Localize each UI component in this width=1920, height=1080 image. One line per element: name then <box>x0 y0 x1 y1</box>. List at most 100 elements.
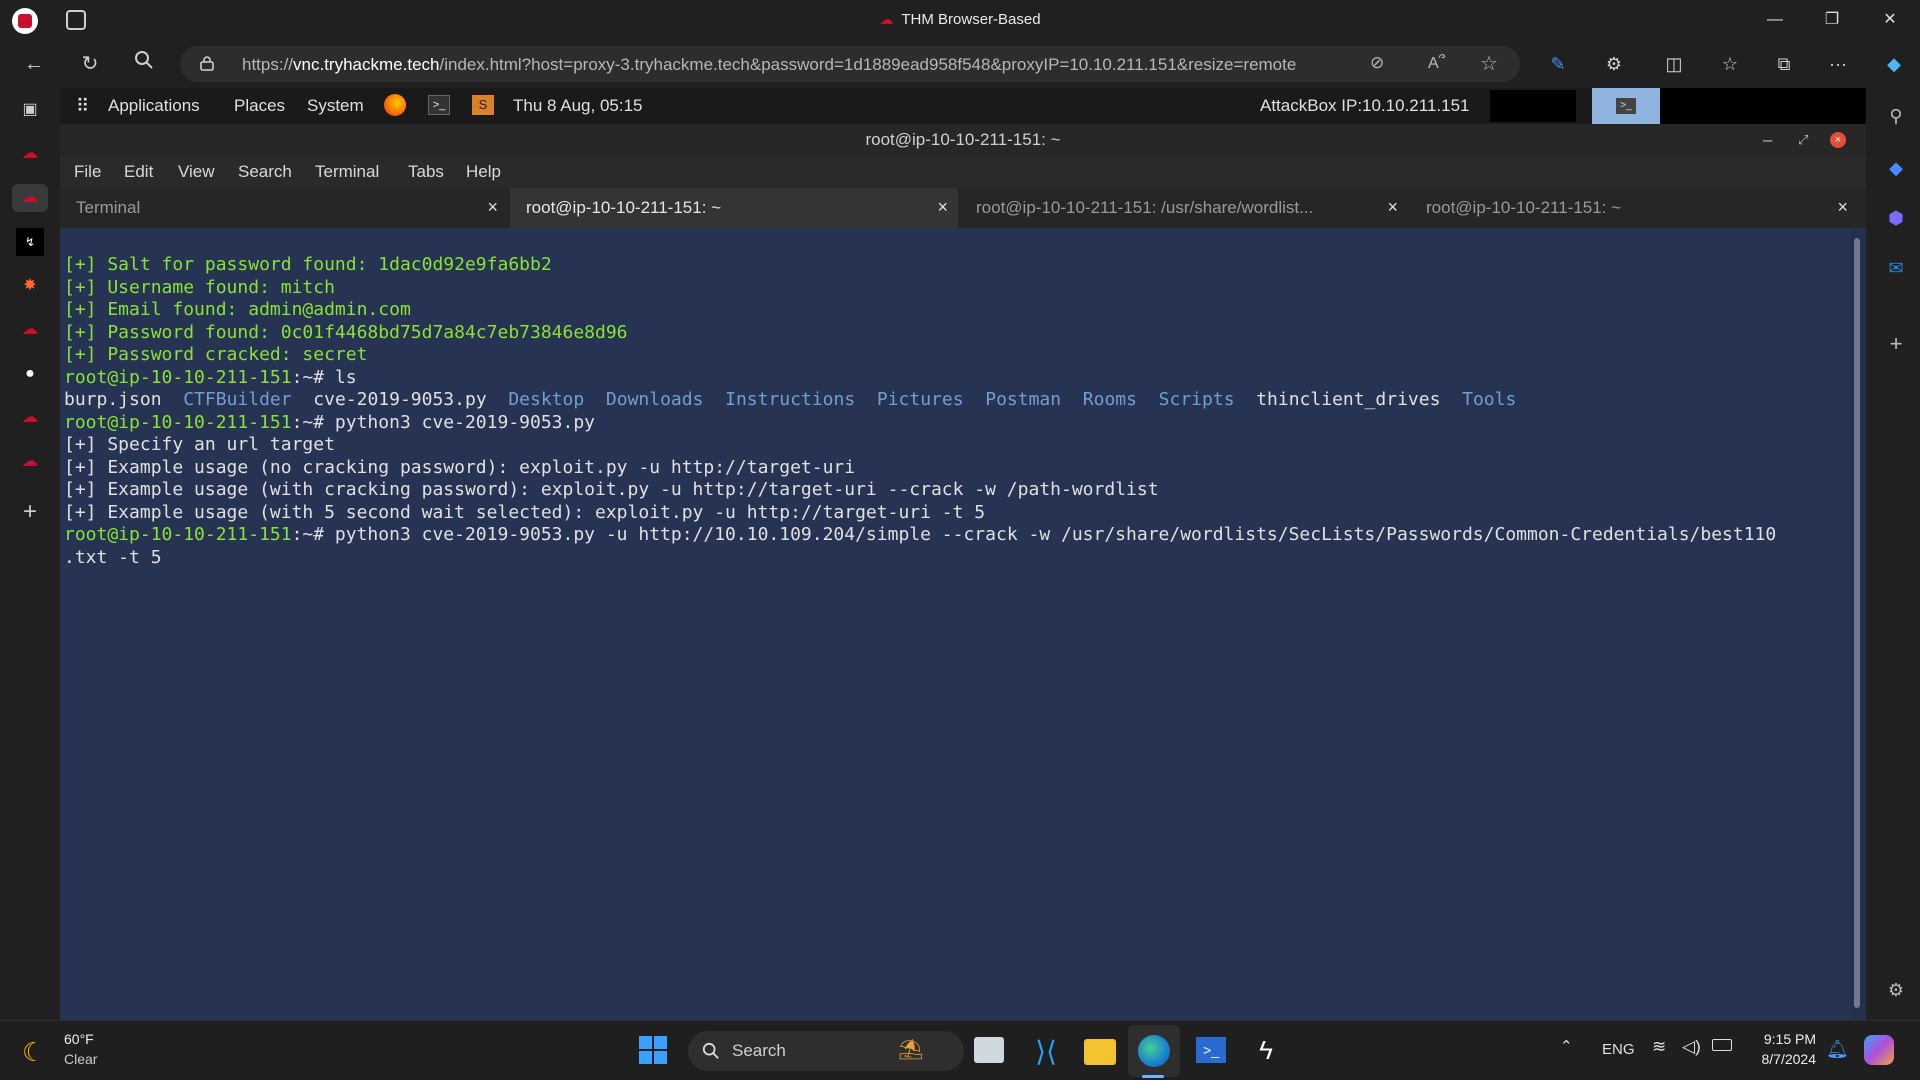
search-icon[interactable] <box>130 50 158 78</box>
vscode-icon[interactable]: ⟩⟨ <box>1030 1035 1062 1067</box>
volume-icon[interactable]: ◁) <box>1682 1037 1701 1057</box>
github-icon[interactable]: ● <box>16 360 44 388</box>
sidebar-search-icon[interactable]: ⚲ <box>1882 102 1910 130</box>
menu-view[interactable]: View <box>178 162 215 182</box>
close-window-button[interactable]: ✕ <box>1878 8 1902 32</box>
thm-tab-icon-4[interactable]: ☁ <box>16 448 44 476</box>
copilot-sidebar-icon[interactable]: ⬢ <box>1882 204 1910 232</box>
notification-bell-icon[interactable]: 🔔︎ <box>1826 1039 1849 1060</box>
extensions-icon[interactable]: ⚙ <box>1600 50 1628 78</box>
tab-close-icon[interactable]: × <box>487 197 498 218</box>
read-aloud-icon[interactable]: A՞ <box>1428 53 1445 73</box>
app-lightning-icon[interactable]: ϟ <box>1250 1035 1282 1067</box>
address-bar[interactable]: https://vnc.tryhackme.tech/index.html?ho… <box>180 46 1520 82</box>
datetime[interactable]: Thu 8 Aug, 05:15 <box>513 96 643 116</box>
menu-search[interactable]: Search <box>238 162 292 182</box>
terminal-tab-1[interactable]: Terminal × <box>60 188 508 228</box>
terminal-output[interactable]: [+] Salt for password found: 1dac0d92e9f… <box>60 228 1850 1020</box>
weather-temp[interactable]: 60°F <box>64 1031 94 1047</box>
favorites-icon[interactable]: ☆ <box>1716 50 1744 78</box>
tab-close-icon[interactable]: × <box>1837 197 1848 218</box>
clock-time[interactable]: 9:15 PM <box>1756 1031 1816 1047</box>
lock-icon[interactable] <box>200 55 214 71</box>
add-sidebar-app-icon[interactable]: + <box>1882 330 1910 358</box>
tab-panel-icon[interactable]: ▣ <box>16 96 44 124</box>
url-text[interactable]: https://vnc.tryhackme.tech/index.html?ho… <box>242 55 1296 75</box>
new-tab-plus-icon[interactable]: + <box>16 498 44 526</box>
thm-tab-icon-2[interactable]: ☁ <box>16 316 44 344</box>
copilot-icon[interactable]: ◆ <box>1880 50 1908 78</box>
remote-desktop-view[interactable]: ⠿ Applications Places System >_ S Thu 8 … <box>60 88 1866 1020</box>
search-label: Search <box>732 1041 786 1060</box>
terminal-launcher-icon[interactable]: >_ <box>428 95 450 115</box>
active-app-underline <box>1142 1075 1164 1078</box>
powershell-icon[interactable]: >_ <box>1196 1037 1226 1063</box>
menu-edit[interactable]: Edit <box>124 162 153 182</box>
burp-tab-icon[interactable]: ✸ <box>16 272 44 300</box>
collections-icon[interactable]: ⧉ <box>1770 50 1798 78</box>
tracking-prevention-icon[interactable]: ⊘ <box>1370 53 1384 73</box>
places-menu[interactable]: Places <box>234 96 285 116</box>
firefox-icon[interactable] <box>384 94 406 116</box>
terminal-window-button[interactable]: >_ <box>1592 88 1660 124</box>
tab-label: root@ip-10-10-211-151: ~ <box>526 198 722 217</box>
menu-terminal[interactable]: Terminal <box>315 162 379 182</box>
minimize-button[interactable]: — <box>1763 8 1787 32</box>
back-button[interactable]: ← <box>20 50 48 78</box>
outlook-icon[interactable]: ✉ <box>1882 254 1910 282</box>
refresh-button[interactable]: ↻ <box>76 50 104 78</box>
show-hidden-icons-chevron-icon[interactable]: ⌃ <box>1560 1037 1573 1055</box>
tab-close-icon[interactable]: × <box>937 197 948 218</box>
language-indicator[interactable]: ENG <box>1602 1041 1635 1058</box>
battery-icon[interactable] <box>1712 1039 1732 1051</box>
menu-help[interactable]: Help <box>466 162 501 182</box>
applications-menu[interactable]: Applications <box>108 96 200 116</box>
terminal-line: [+] Specify an url target <box>64 434 1850 457</box>
clock-date[interactable]: 8/7/2024 <box>1748 1051 1817 1067</box>
sublime-icon[interactable]: S <box>472 95 494 115</box>
weather-desc[interactable]: Clear <box>64 1051 97 1067</box>
tab-close-icon[interactable]: × <box>1387 197 1398 218</box>
terminal-tab-4[interactable]: root@ip-10-10-211-151: ~ × <box>1410 188 1858 228</box>
vertical-tabs-sidebar: ▣ ☁ ☁ ↯ ✸ ☁ ● ☁ ☁ + <box>0 88 60 1020</box>
terminal-close-icon[interactable]: × <box>1830 132 1846 148</box>
tab-icon-5[interactable]: ↯ <box>16 228 44 256</box>
terminal-text: Downloads <box>605 389 704 410</box>
terminal-line: [+] Example usage (no cracking password)… <box>64 457 1850 480</box>
thm-tab-icon-3[interactable]: ☁ <box>16 404 44 432</box>
file-explorer-icon[interactable] <box>1084 1039 1116 1065</box>
edge-browser-icon[interactable] <box>1138 1035 1170 1067</box>
thm-active-tab-icon[interactable]: ☁ <box>12 184 48 212</box>
edge-sidebar: ⚲ ◆ ⬢ ✉ + ⚙ <box>1872 88 1920 1020</box>
sidebar-settings-gear-icon[interactable]: ⚙ <box>1882 976 1910 1004</box>
more-options-icon[interactable]: ··· <box>1824 50 1852 78</box>
restore-button[interactable]: ❐ <box>1820 8 1844 32</box>
shopping-tag-icon[interactable]: ◆ <box>1882 154 1910 182</box>
menu-file[interactable]: File <box>74 162 101 182</box>
terminal-maximize-icon[interactable]: ⤢ <box>1798 124 1808 156</box>
system-menu[interactable]: System <box>307 96 364 116</box>
windows-start-icon[interactable] <box>638 1035 670 1067</box>
terminal-tab-2[interactable]: root@ip-10-10-211-151: ~ × <box>510 188 958 228</box>
terminal-text: Pictures <box>876 389 964 410</box>
weather-moon-icon[interactable]: ☾ <box>22 1037 45 1068</box>
terminal-line: [+] Salt for password found: 1dac0d92e9f… <box>64 254 1850 277</box>
panel-dark-area <box>1660 88 1866 124</box>
terminal-minimize-icon[interactable]: – <box>1763 124 1772 156</box>
copilot-taskbar-icon[interactable] <box>1864 1035 1894 1065</box>
split-screen-icon[interactable]: ◫ <box>1660 50 1688 78</box>
wifi-icon[interactable]: ≋ <box>1652 1037 1666 1057</box>
terminal-scrollbar[interactable] <box>1854 228 1862 1020</box>
terminal-text: [+] Username found: mitch <box>64 276 335 298</box>
task-view-icon[interactable] <box>974 1037 1004 1063</box>
menu-tabs[interactable]: Tabs <box>408 162 444 182</box>
thm-tab-icon[interactable]: ☁ <box>16 140 44 168</box>
apps-grid-icon[interactable]: ⠿ <box>76 96 89 117</box>
pen-extension-icon[interactable]: ✎ <box>1544 50 1572 78</box>
favorite-star-icon[interactable]: ☆ <box>1480 51 1498 76</box>
taskbar-search-box[interactable]: Search ⛱ <box>688 1031 964 1071</box>
terminal-tab-3[interactable]: root@ip-10-10-211-151: /usr/share/wordli… <box>960 188 1408 228</box>
